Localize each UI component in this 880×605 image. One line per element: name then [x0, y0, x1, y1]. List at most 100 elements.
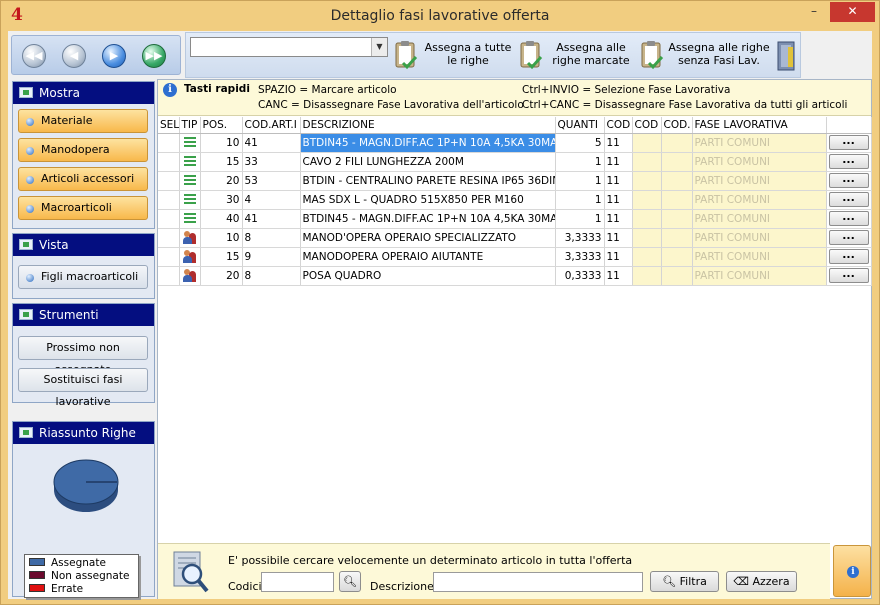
next-icon[interactable]: ▶ — [102, 44, 126, 68]
selection-combo[interactable]: ▼ — [190, 37, 388, 57]
row-select[interactable] — [158, 209, 180, 229]
table-row[interactable]: 10 8 MANOD'OPERA OPERAIO SPECIALIZZATO 3… — [158, 228, 872, 248]
col-sel[interactable]: SEL — [158, 117, 180, 134]
row-select[interactable] — [158, 152, 180, 172]
azzera-button[interactable]: ⌫ Azzera — [726, 571, 797, 592]
ellipsis-button[interactable]: ... — [828, 268, 869, 283]
row-cod-3 — [661, 228, 693, 248]
row-quantity: 1 — [555, 190, 605, 210]
col-cod-2[interactable]: COD — [632, 117, 662, 134]
row-fase[interactable]: PARTI COMUNI — [692, 228, 827, 248]
row-fase[interactable]: PARTI COMUNI — [692, 133, 827, 153]
row-description[interactable]: BTDIN45 - MAGN.DIFF.AC 1P+N 10A 4,5KA 30… — [300, 133, 556, 153]
row-fase[interactable]: PARTI COMUNI — [692, 171, 827, 191]
col-pos[interactable]: POS. — [200, 117, 243, 134]
row-cod-2 — [632, 228, 662, 248]
section-title-riassunto: Riassunto Righe — [39, 426, 136, 440]
filter-manodopera-button[interactable]: Manodopera — [18, 138, 148, 162]
ellipsis-button[interactable]: ... — [828, 192, 869, 207]
row-cod-3 — [661, 133, 693, 153]
previous-icon[interactable]: ◀ — [62, 44, 86, 68]
ellipsis-button[interactable]: ... — [828, 154, 869, 169]
row-fase[interactable]: PARTI COMUNI — [692, 209, 827, 229]
replace-phases-button[interactable]: Sostituisci fasi lavorative — [18, 368, 148, 408]
panel-header-icon — [19, 427, 33, 438]
row-select[interactable] — [158, 133, 180, 153]
row-select[interactable] — [158, 190, 180, 210]
search-hint: E' possibile cercare velocemente un dete… — [228, 554, 633, 567]
figli-macroarticoli-button[interactable]: Figli macroarticoli — [18, 265, 148, 289]
row-cod-1: 11 — [604, 152, 633, 172]
row-actions: ... — [826, 228, 872, 248]
row-select[interactable] — [158, 247, 180, 267]
row-fase[interactable]: PARTI COMUNI — [692, 266, 827, 286]
radio-dot-icon — [26, 176, 34, 184]
col-cod-3[interactable]: COD. — [661, 117, 693, 134]
ellipsis-button[interactable]: ... — [828, 135, 869, 150]
filter-macroarticoli-button[interactable]: Macroarticoli — [18, 196, 148, 220]
search-document-icon — [173, 551, 209, 593]
row-select[interactable] — [158, 266, 180, 286]
articles-grid: SEL TIP POS. COD.ART.I DESCRIZIONE QUANT… — [158, 117, 872, 286]
assign-all-button[interactable]: Assegna a tutte le righe — [394, 37, 512, 77]
last-icon[interactable]: ▶▶ — [142, 44, 166, 68]
ellipsis-button[interactable]: ... — [828, 173, 869, 188]
row-description[interactable]: BTDIN - CENTRALINO PARETE RESINA IP65 36… — [300, 171, 556, 191]
row-cod-2 — [632, 247, 662, 267]
minimize-icon[interactable]: – — [801, 2, 827, 22]
table-row[interactable]: 20 8 POSA QUADRO 0,3333 11 PARTI COMUNI … — [158, 266, 872, 286]
assign-without-phase-button[interactable]: Assegna alle righe senza Fasi Lav. — [640, 37, 770, 77]
table-row[interactable]: 15 9 MANODOPERA OPERAIO AIUTANTE 3,3333 … — [158, 247, 872, 267]
col-tip[interactable]: TIP — [179, 117, 201, 134]
row-description[interactable]: MANODOPERA OPERAIO AIUTANTE — [300, 247, 556, 267]
door-exit-icon[interactable] — [775, 41, 797, 71]
row-type — [179, 209, 201, 229]
title-bar: 4 Dettaglio fasi lavorative offerta – □ … — [1, 1, 879, 31]
codici-label: Codici — [228, 580, 262, 593]
assign-marked-button[interactable]: Assegna alle righe marcate — [519, 37, 631, 77]
eraser-icon: ⌫ — [733, 575, 749, 588]
row-cod-3 — [661, 266, 693, 286]
filtra-button[interactable]: 🔍︎ Filtra — [650, 571, 719, 592]
table-row[interactable]: 10 41 BTDIN45 - MAGN.DIFF.AC 1P+N 10A 4,… — [158, 133, 872, 153]
row-fase[interactable]: PARTI COMUNI — [692, 247, 827, 267]
next-unassigned-button[interactable]: Prossimo non assegnato — [18, 336, 148, 376]
col-descrizione[interactable]: DESCRIZIONE — [300, 117, 556, 134]
filter-articoli-accessori-label: Articoli accessori — [41, 172, 135, 185]
chevron-down-icon[interactable]: ▼ — [371, 38, 387, 56]
row-description[interactable]: MANOD'OPERA OPERAIO SPECIALIZZATO — [300, 228, 556, 248]
filter-articoli-accessori-button[interactable]: Articoli accessori — [18, 167, 148, 191]
row-quantity: 1 — [555, 171, 605, 191]
row-description[interactable]: CAVO 2 FILI LUNGHEZZA 200M — [300, 152, 556, 172]
col-cod-1[interactable]: COD — [604, 117, 633, 134]
table-row[interactable]: 40 41 BTDIN45 - MAGN.DIFF.AC 1P+N 10A 4,… — [158, 209, 872, 229]
assign-all-label-2: le righe — [447, 54, 489, 67]
col-quantita[interactable]: QUANTI — [555, 117, 605, 134]
row-pos: 15 — [200, 247, 243, 267]
ellipsis-button[interactable]: ... — [828, 249, 869, 264]
col-fase-lavorativa[interactable]: FASE LAVORATIVA — [692, 117, 827, 134]
close-icon[interactable]: ✕ — [830, 2, 875, 22]
row-quantity: 3,3333 — [555, 228, 605, 248]
material-list-icon — [183, 175, 196, 186]
info-button[interactable]: i — [833, 545, 871, 597]
row-select[interactable] — [158, 228, 180, 248]
row-description[interactable]: POSA QUADRO — [300, 266, 556, 286]
row-description[interactable]: MAS SDX L - QUADRO 515X850 PER M160 — [300, 190, 556, 210]
row-type — [179, 247, 201, 267]
descrizione-input[interactable] — [433, 572, 643, 592]
row-description[interactable]: BTDIN45 - MAGN.DIFF.AC 1P+N 10A 4,5KA 30… — [300, 209, 556, 229]
table-row[interactable]: 20 53 BTDIN - CENTRALINO PARETE RESINA I… — [158, 171, 872, 191]
row-fase[interactable]: PARTI COMUNI — [692, 190, 827, 210]
ellipsis-button[interactable]: ... — [828, 211, 869, 226]
table-row[interactable]: 30 4 MAS SDX L - QUADRO 515X850 PER M160… — [158, 190, 872, 210]
ellipsis-button[interactable]: ... — [828, 230, 869, 245]
col-cod-art[interactable]: COD.ART.I — [242, 117, 301, 134]
row-fase[interactable]: PARTI COMUNI — [692, 152, 827, 172]
codici-input[interactable] — [261, 572, 334, 592]
first-icon[interactable]: ◀◀ — [22, 44, 46, 68]
table-row[interactable]: 15 33 CAVO 2 FILI LUNGHEZZA 200M 1 11 PA… — [158, 152, 872, 172]
row-select[interactable] — [158, 171, 180, 191]
filter-materiale-button[interactable]: Materiale — [18, 109, 148, 133]
codici-search-button[interactable]: 🔍︎ — [339, 571, 361, 592]
